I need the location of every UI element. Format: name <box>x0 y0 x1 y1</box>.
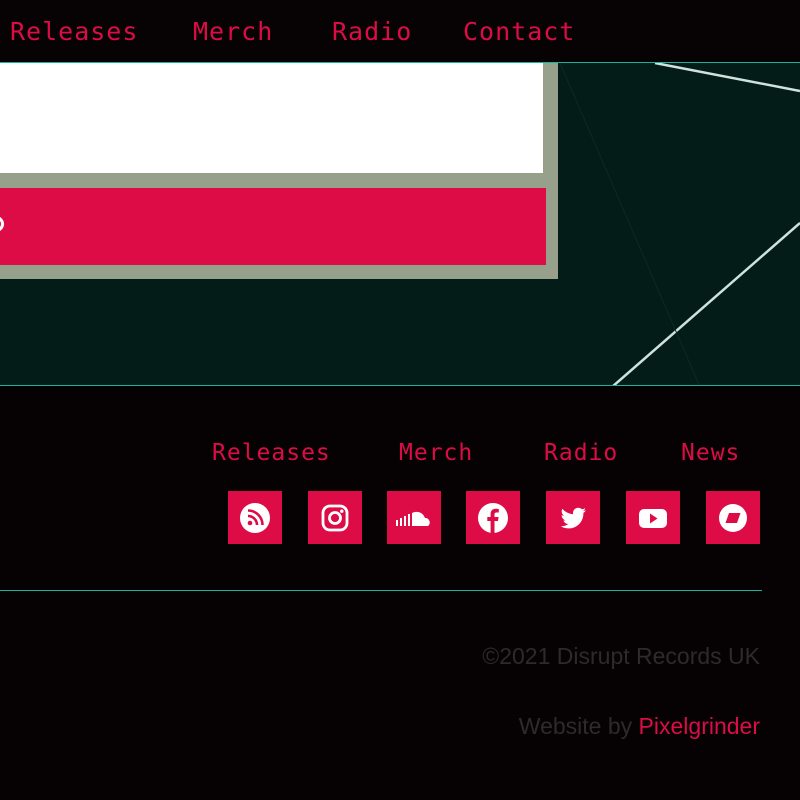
social-youtube-button[interactable] <box>626 491 680 544</box>
social-rss-button[interactable] <box>228 491 282 544</box>
footer-link-radio[interactable]: Radio <box>544 437 618 469</box>
footer-divider <box>0 590 762 591</box>
bandcamp-icon <box>719 503 747 532</box>
credit-prefix: Website by <box>518 713 633 739</box>
submit-arrow-icon <box>0 216 4 232</box>
facebook-icon <box>478 502 508 533</box>
submit-button[interactable] <box>0 188 546 265</box>
credit-link[interactable]: Pixelgrinder <box>639 713 760 739</box>
nav-link-contact[interactable]: Contact <box>463 14 575 50</box>
instagram-icon <box>321 504 349 531</box>
background-line <box>654 63 800 93</box>
social-bandcamp-button[interactable] <box>706 491 760 544</box>
soundcloud-icon <box>396 511 430 526</box>
nav-link-merch[interactable]: Merch <box>193 14 273 50</box>
nav-link-releases[interactable]: Releases <box>10 14 138 50</box>
nav-link-radio[interactable]: Radio <box>332 14 412 50</box>
credit-line: Website by Pixelgrinder <box>519 713 760 740</box>
social-twitter-button[interactable] <box>546 491 600 544</box>
social-soundcloud-button[interactable] <box>387 491 441 544</box>
hero-section <box>0 62 800 386</box>
youtube-icon <box>639 508 667 528</box>
signup-input[interactable] <box>0 63 543 173</box>
rss-icon <box>240 502 270 533</box>
footer-link-releases[interactable]: Releases <box>212 437 331 469</box>
signup-form <box>0 63 558 279</box>
copyright-text: ©2021 Disrupt Records UK <box>482 643 760 669</box>
footer: Releases Merch Radio News ©2021 Disrupt … <box>0 387 800 800</box>
footer-link-merch[interactable]: Merch <box>399 437 473 469</box>
social-facebook-button[interactable] <box>466 491 520 544</box>
top-nav: Releases Merch Radio Contact <box>0 0 800 63</box>
twitter-icon <box>560 507 586 528</box>
social-instagram-button[interactable] <box>308 491 362 544</box>
footer-link-news[interactable]: News <box>681 437 740 469</box>
background-line <box>559 63 700 385</box>
